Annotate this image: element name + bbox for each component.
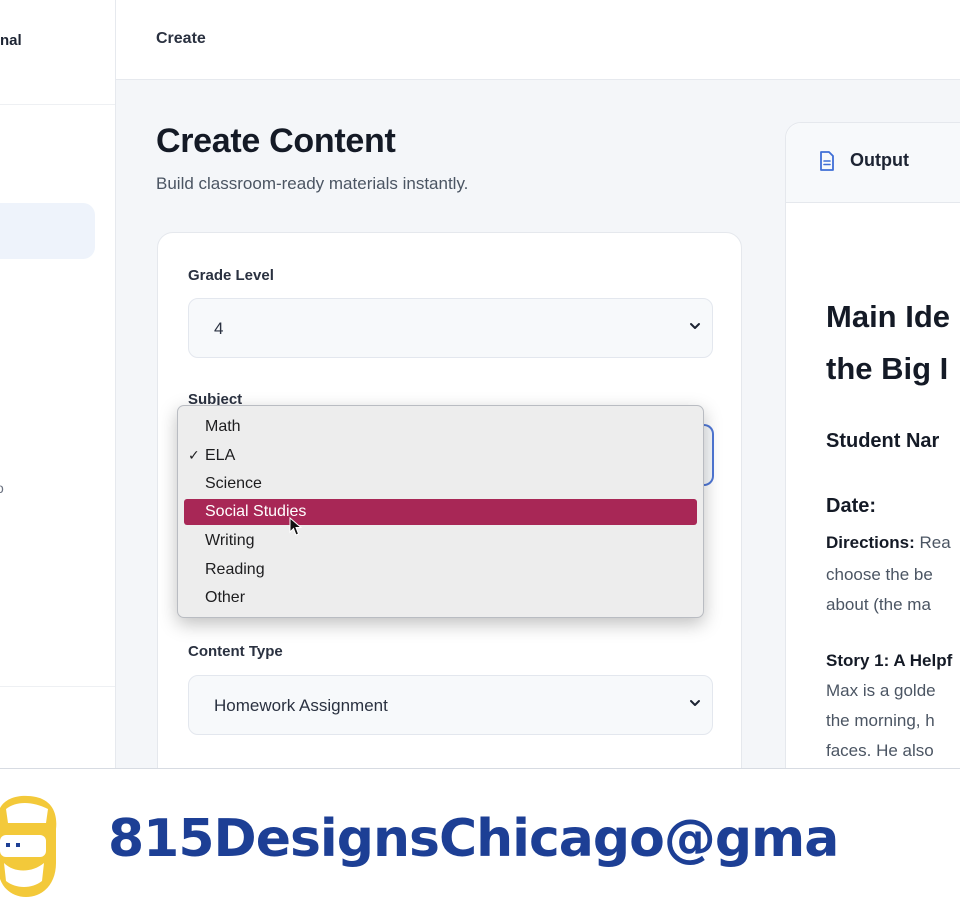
student-name-field: Student Nar (826, 430, 940, 452)
option-label: Reading (205, 561, 265, 578)
page-title: Create Content (156, 122, 396, 160)
sidebar: nal o (0, 0, 116, 768)
story-line-1: Max is a golde (826, 681, 936, 700)
check-icon: ✓ (188, 447, 200, 463)
option-label: ELA (205, 447, 236, 464)
date-field: Date: (826, 495, 877, 517)
content-type-label: Content Type (188, 643, 283, 660)
grade-level-select[interactable]: 4 (188, 298, 713, 358)
page-subtitle: Build classroom-ready materials instantl… (156, 174, 469, 193)
subject-option-other[interactable]: Other (184, 585, 697, 611)
worksheet-title-line-1: Main Ide (826, 299, 951, 334)
top-bar: Create (116, 0, 960, 80)
subject-option-math[interactable]: Math (184, 414, 697, 440)
option-label: Other (205, 589, 246, 606)
logo-icon (0, 795, 57, 897)
subject-option-writing[interactable]: Writing (184, 528, 697, 554)
mouse-cursor-icon (289, 517, 303, 536)
sidebar-divider (0, 104, 115, 105)
sidebar-item-active[interactable] (0, 203, 95, 259)
story-title: Story 1: A Helpf (826, 651, 953, 670)
directions-line-3: about (the ma (826, 595, 931, 614)
subject-dropdown-menu[interactable]: Math ✓ ELA Science Social Studies Writin… (177, 405, 704, 618)
breadcrumb: Create (156, 30, 206, 47)
subject-option-social-studies[interactable]: Social Studies (184, 499, 697, 525)
directions-line-1: Directions: Rea (826, 533, 951, 553)
directions-label: Directions: (826, 533, 915, 552)
content-type-select[interactable]: Homework Assignment (188, 675, 713, 735)
subject-option-ela[interactable]: ✓ ELA (184, 443, 697, 469)
document-icon (820, 151, 834, 171)
option-label: Writing (205, 532, 255, 549)
subject-option-reading[interactable]: Reading (184, 557, 697, 583)
output-title: Output (850, 150, 909, 170)
brand-name: nal (0, 32, 22, 49)
content-type-value: Homework Assignment (214, 696, 388, 715)
app-window: nal o Create Create Content Build classr… (0, 0, 960, 924)
directions-line-2: choose the be (826, 565, 933, 584)
watermark-banner: 815DesignsChicago@gma (0, 768, 960, 924)
worksheet-title-line-2: the Big I (826, 351, 949, 386)
option-label: Science (205, 475, 262, 492)
output-header: Output (786, 123, 960, 203)
subject-option-science[interactable]: Science (184, 471, 697, 497)
story-line-2: the morning, h (826, 711, 935, 730)
chevron-down-icon (690, 323, 700, 329)
sidebar-divider (0, 686, 115, 687)
grade-level-label: Grade Level (188, 267, 274, 284)
output-panel: Output Main Ide the Big I Student Nar Da… (785, 122, 960, 782)
option-label: Math (205, 418, 241, 435)
chevron-down-icon (690, 700, 700, 706)
grade-level-value: 4 (214, 319, 224, 338)
directions-text: Rea (914, 533, 951, 552)
story-line-3: faces. He also (826, 741, 934, 760)
contact-email: 815DesignsChicago@gma (108, 809, 839, 869)
sidebar-item-label[interactable]: o (0, 480, 4, 496)
